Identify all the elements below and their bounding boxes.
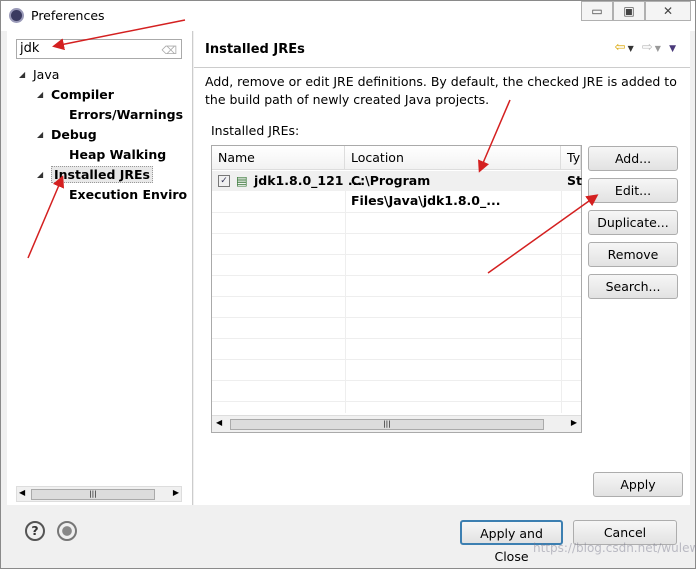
tree-item[interactable]: ◢ Compiler xyxy=(37,85,114,105)
tree-item[interactable]: Errors/Warnings xyxy=(55,105,183,125)
view-menu-icon[interactable]: ▼ xyxy=(669,44,678,54)
column-name[interactable]: Name xyxy=(212,146,345,170)
duplicate-button[interactable]: Duplicate... xyxy=(588,210,678,235)
apply-button[interactable]: Apply xyxy=(593,472,683,497)
watermark: https://blog.csdn.net/wulewu xyxy=(533,541,696,555)
remove-button[interactable]: Remove xyxy=(588,242,678,267)
minimize-button[interactable]: ▭ xyxy=(581,1,613,21)
installed-jres-page: Installed JREs ⇦▼ ⇨▼ ▼ Add, remove or ed… xyxy=(194,31,690,505)
jre-name: jdk1.8.0_121 ... xyxy=(254,173,363,188)
preference-tree-panel: jdk ⌫ ◢ Java ◢ Compiler Errors/Warnings ◢ Debug… xyxy=(7,31,193,505)
edit-button[interactable]: Edit... xyxy=(588,178,678,203)
tree-item[interactable]: ◢ Installed JREs xyxy=(37,165,154,185)
eclipse-icon xyxy=(9,8,24,23)
jre-type: St xyxy=(567,173,582,188)
tree-item-label: Execution Enviro xyxy=(69,187,188,202)
tree-item-label: Debug xyxy=(51,127,97,142)
tree-item-label: Errors/Warnings xyxy=(69,107,184,122)
tree-horizontal-scrollbar[interactable]: ◀ ||| ▶ xyxy=(16,486,182,502)
jre-table: Name Location Ty ✓ ▤ jdk1.8.0_121 ... C:… xyxy=(211,145,582,433)
tree-item-label: Java xyxy=(33,67,60,82)
page-description: Add, remove or edit JRE definitions. By … xyxy=(205,74,677,107)
page-navigation: ⇦▼ ⇨▼ ▼ xyxy=(614,40,678,55)
tree-item[interactable]: Execution Enviro xyxy=(55,185,187,205)
table-horizontal-scrollbar[interactable]: ◀ ||| ▶ xyxy=(212,415,581,432)
expand-toggle-icon[interactable]: ◢ xyxy=(37,85,43,105)
tree-item[interactable]: ◢ Java xyxy=(19,65,59,85)
help-icon[interactable]: ? xyxy=(25,521,45,541)
back-icon[interactable]: ⇦ xyxy=(615,40,628,55)
table-row[interactable]: ✓ ▤ jdk1.8.0_121 ... C:\Program Files\Ja… xyxy=(212,171,582,208)
filter-value: jdk xyxy=(20,41,40,56)
window-title: Preferences xyxy=(31,8,105,23)
tree-item[interactable]: Heap Walking xyxy=(55,145,166,165)
jre-location: C:\Program Files\Java\jdk1.8.0_... xyxy=(351,173,501,208)
preferences-window: Preferences ▭ ▣ ✕ jdk ⌫ ◢ Java ◢ Compiler Err… xyxy=(0,0,696,569)
table-label: Installed JREs: xyxy=(211,123,300,138)
filter-input[interactable]: jdk ⌫ xyxy=(16,39,182,59)
tree-item-label: Heap Walking xyxy=(69,147,167,162)
clear-filter-icon[interactable]: ⌫ xyxy=(161,42,177,60)
expand-toggle-icon[interactable]: ◢ xyxy=(19,65,25,85)
forward-icon[interactable]: ⇨ xyxy=(642,40,655,55)
default-jre-checkbox[interactable]: ✓ xyxy=(218,175,230,187)
record-icon[interactable] xyxy=(57,521,77,541)
add-button[interactable]: Add... xyxy=(588,146,678,171)
tree-item-label: Compiler xyxy=(51,87,114,102)
close-button[interactable]: ✕ xyxy=(645,1,691,21)
expand-toggle-icon[interactable]: ◢ xyxy=(37,125,43,145)
maximize-button[interactable]: ▣ xyxy=(613,1,645,21)
search-button[interactable]: Search... xyxy=(588,274,678,299)
column-type[interactable]: Ty xyxy=(561,146,581,170)
page-title: Installed JREs xyxy=(205,42,305,57)
tree-item[interactable]: ◢ Debug xyxy=(37,125,97,145)
tree-item-label: Installed JREs xyxy=(51,166,154,183)
expand-toggle-icon[interactable]: ◢ xyxy=(37,165,43,185)
title-bar: Preferences ▭ ▣ ✕ xyxy=(1,1,695,31)
jre-library-icon: ▤ xyxy=(236,173,248,188)
column-location[interactable]: Location xyxy=(345,146,561,170)
